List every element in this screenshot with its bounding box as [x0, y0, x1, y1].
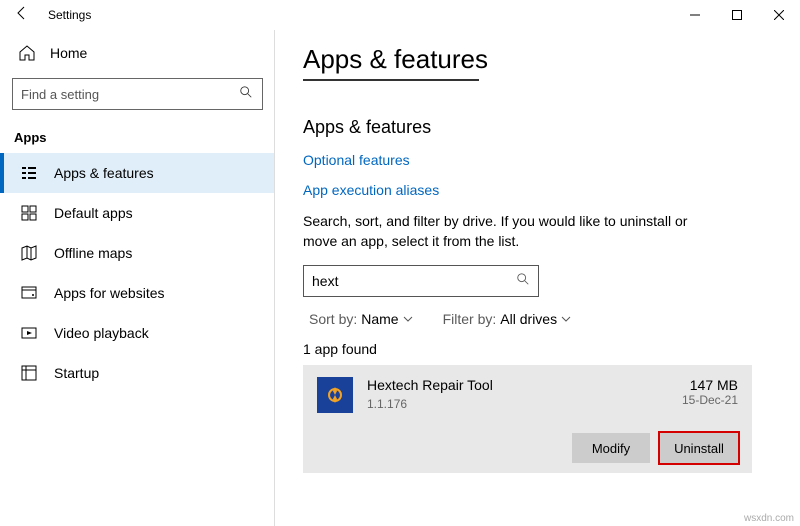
sidebar-item-offline-maps[interactable]: Offline maps — [0, 233, 275, 273]
sidebar-item-default-apps[interactable]: Default apps — [0, 193, 275, 233]
close-button[interactable] — [758, 0, 800, 30]
sidebar-item-label: Startup — [54, 365, 99, 381]
app-card-actions: Modify Uninstall — [317, 433, 738, 463]
modify-button[interactable]: Modify — [572, 433, 650, 463]
home-label: Home — [50, 45, 87, 61]
app-execution-aliases-link[interactable]: App execution aliases — [303, 182, 752, 198]
video-playback-icon — [20, 324, 38, 342]
sidebar-item-label: Video playback — [54, 325, 149, 341]
chevron-down-icon — [561, 311, 571, 327]
filter-label: Filter by: — [443, 311, 497, 327]
sort-value: Name — [361, 311, 398, 327]
settings-window: Settings Home Apps — [0, 0, 800, 526]
home-icon — [18, 44, 36, 62]
home-nav[interactable]: Home — [0, 36, 275, 72]
sidebar: Home Apps Apps & features — [0, 30, 275, 526]
app-search-input[interactable] — [312, 273, 516, 289]
minimize-button[interactable] — [674, 0, 716, 30]
sort-by-dropdown[interactable]: Sort by: Name — [309, 311, 413, 327]
watermark: wsxdn.com — [744, 513, 794, 524]
sidebar-nav: Apps & features Default apps Offline map… — [0, 153, 275, 393]
sidebar-item-label: Apps & features — [54, 165, 154, 181]
chevron-down-icon — [403, 311, 413, 327]
app-meta: Hextech Repair Tool 1.1.176 — [367, 377, 668, 413]
titlebar: Settings — [0, 0, 800, 30]
page-title-underline — [303, 79, 479, 81]
app-search-box[interactable] — [303, 265, 539, 297]
sidebar-item-startup[interactable]: Startup — [0, 353, 275, 393]
app-card-top: Hextech Repair Tool 1.1.176 147 MB 15-De… — [317, 377, 738, 413]
apps-websites-icon — [20, 284, 38, 302]
section-heading: Apps & features — [303, 117, 752, 138]
app-right: 147 MB 15-Dec-21 — [682, 377, 738, 413]
sidebar-search-input[interactable] — [21, 87, 238, 102]
default-apps-icon — [20, 204, 38, 222]
apps-features-icon — [20, 164, 38, 182]
uninstall-button[interactable]: Uninstall — [660, 433, 738, 463]
sidebar-item-label: Default apps — [54, 205, 133, 221]
sidebar-divider — [274, 30, 275, 526]
sidebar-item-label: Offline maps — [54, 245, 132, 261]
sidebar-item-label: Apps for websites — [54, 285, 165, 301]
window-title: Settings — [48, 8, 91, 22]
sort-label: Sort by: — [309, 311, 357, 327]
filter-value: All drives — [500, 311, 557, 327]
body: Home Apps Apps & features — [0, 30, 800, 526]
window-controls — [674, 0, 800, 30]
sidebar-item-apps-features[interactable]: Apps & features — [0, 153, 275, 193]
apps-found-count: 1 app found — [303, 341, 752, 357]
app-version: 1.1.176 — [367, 397, 668, 411]
app-name: Hextech Repair Tool — [367, 377, 668, 393]
sidebar-item-apps-websites[interactable]: Apps for websites — [0, 273, 275, 313]
maximize-button[interactable] — [716, 0, 758, 30]
main-content: Apps & features Apps & features Optional… — [275, 30, 800, 526]
titlebar-left: Settings — [8, 5, 91, 26]
page-title: Apps & features — [303, 44, 752, 75]
app-list-item[interactable]: Hextech Repair Tool 1.1.176 147 MB 15-De… — [303, 365, 752, 473]
optional-features-link[interactable]: Optional features — [303, 152, 752, 168]
app-size: 147 MB — [690, 377, 738, 393]
sort-filter-row: Sort by: Name Filter by: All drives — [303, 311, 752, 327]
search-icon — [238, 85, 254, 104]
offline-maps-icon — [20, 244, 38, 262]
search-icon — [516, 272, 530, 291]
app-icon — [317, 377, 353, 413]
sidebar-item-video-playback[interactable]: Video playback — [0, 313, 275, 353]
back-button[interactable] — [8, 5, 36, 26]
filter-by-dropdown[interactable]: Filter by: All drives — [443, 311, 571, 327]
sidebar-section-title: Apps — [0, 124, 275, 153]
sidebar-search[interactable] — [12, 78, 263, 110]
description-text: Search, sort, and filter by drive. If yo… — [303, 212, 703, 251]
startup-icon — [20, 364, 38, 382]
app-date: 15-Dec-21 — [682, 393, 738, 407]
